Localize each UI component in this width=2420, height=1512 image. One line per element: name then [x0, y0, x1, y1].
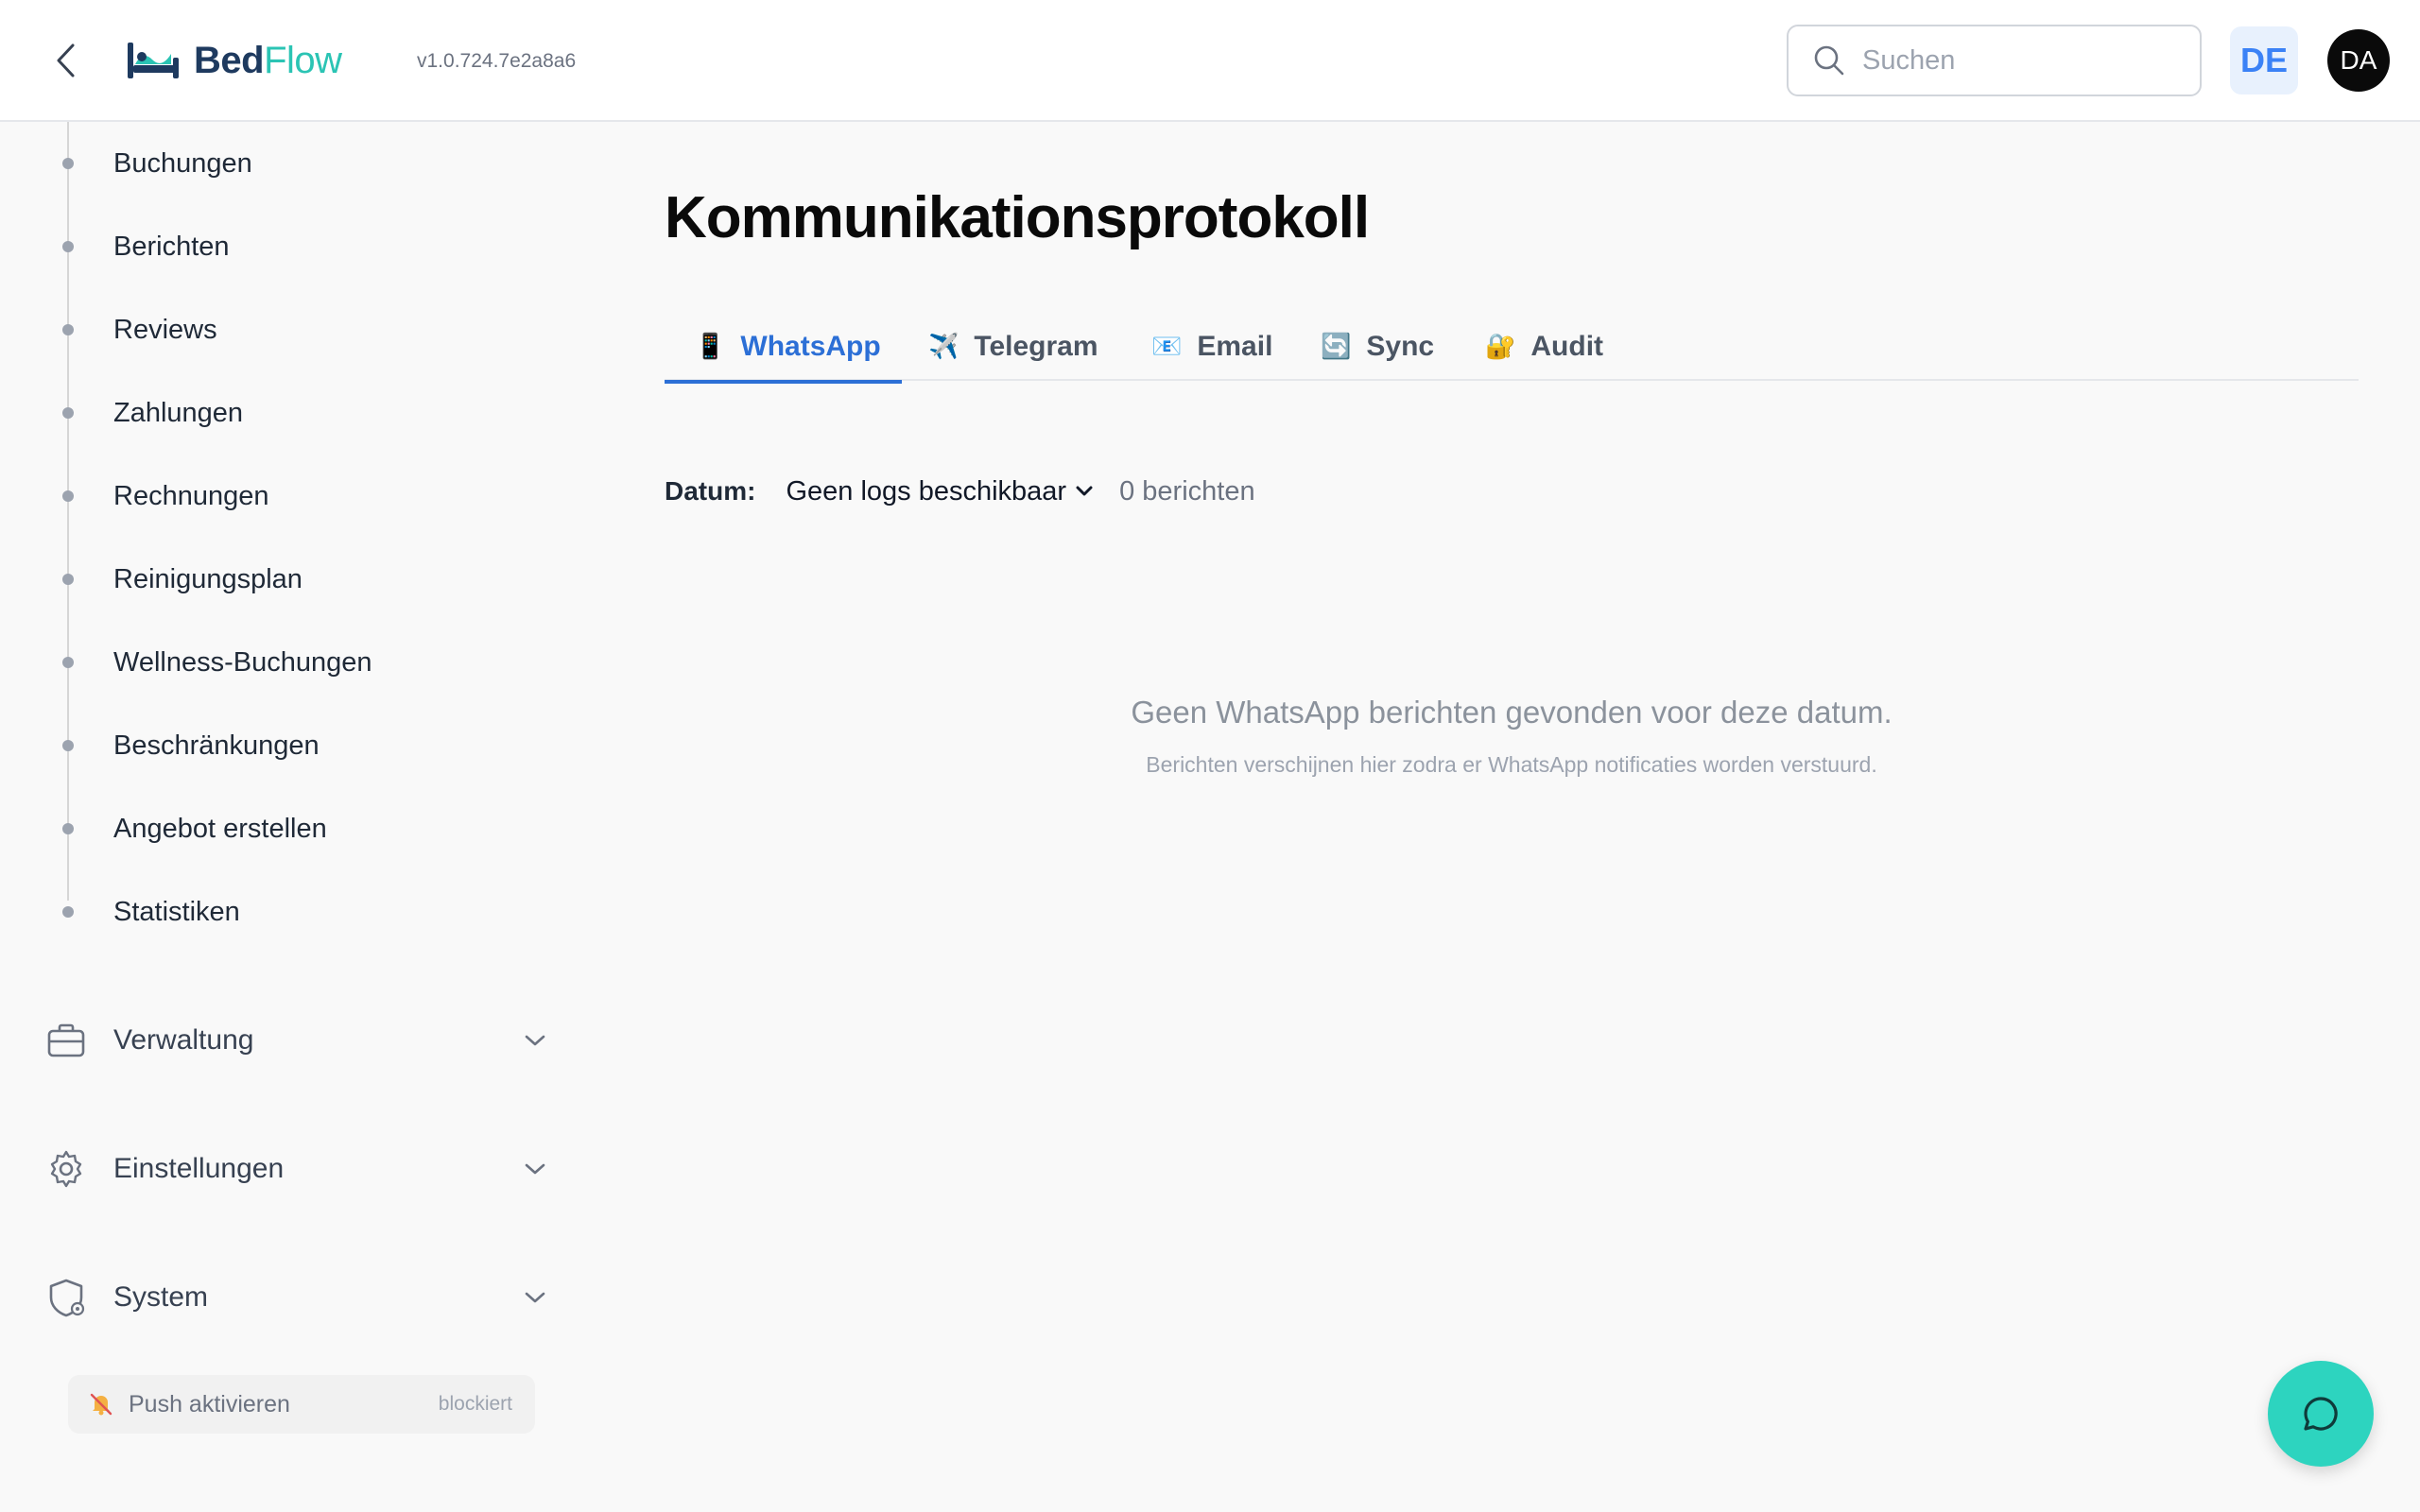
chevron-down-icon [525, 1035, 545, 1046]
sidebar-item-beschraenkungen[interactable]: Beschränkungen [0, 717, 548, 774]
email-icon: 📧 [1151, 332, 1183, 360]
bullet-dot [62, 407, 74, 419]
tab-whatsapp[interactable]: 📱 WhatsApp [665, 312, 902, 384]
chevron-down-icon [525, 1163, 545, 1175]
tab-label: Telegram [974, 330, 1098, 362]
sidebar-item-label: Angebot erstellen [113, 813, 327, 844]
bell-off-icon [90, 1393, 112, 1416]
push-label: Push aktivieren [129, 1390, 290, 1418]
tab-bar: 📱 WhatsApp ✈️ Telegram 📧 Email 🔄 Sync 🔐 … [665, 312, 2359, 384]
chat-bubble-icon [2304, 1397, 2338, 1431]
bullet-dot [62, 823, 74, 834]
chevron-down-icon [525, 1292, 545, 1303]
mobile-phone-icon: 📱 [695, 332, 726, 360]
language-button[interactable]: DE [2230, 26, 2298, 94]
sidebar-item-label: Beschränkungen [113, 730, 320, 761]
sidebar-item-label: Reinigungsplan [113, 563, 302, 594]
chevron-left-icon [57, 43, 75, 77]
date-filter-label: Datum: [665, 476, 756, 506]
tab-label: Audit [1530, 330, 1604, 362]
sidebar-item-angebot-erstellen[interactable]: Angebot erstellen [0, 800, 548, 857]
sidebar-group-label: Einstellungen [113, 1153, 285, 1184]
sidebar-item-berichten[interactable]: Berichten [0, 218, 548, 275]
push-activate-button[interactable]: Push aktivieren blockiert [68, 1375, 535, 1434]
tab-label: Email [1197, 330, 1273, 362]
bullet-dot [62, 324, 74, 335]
bullet-dot [62, 158, 74, 169]
bullet-dot [62, 574, 74, 585]
sidebar-item-reinigungsplan[interactable]: Reinigungsplan [0, 551, 548, 608]
sidebar-group-label: System [113, 1281, 209, 1313]
shield-gear-icon [45, 1277, 87, 1318]
sidebar-group-verwaltung[interactable]: Verwaltung [45, 1010, 556, 1071]
search-input[interactable] [1862, 44, 2184, 77]
search-icon [1814, 45, 1844, 76]
message-count: 0 berichten [1119, 475, 1255, 507]
sidebar-item-wellness-buchungen[interactable]: Wellness-Buchungen [0, 634, 548, 691]
chevron-down-icon [1076, 486, 1093, 496]
gear-icon [45, 1148, 87, 1190]
back-button[interactable] [45, 38, 85, 83]
date-select-value: Geen logs beschikbaar [786, 475, 1067, 507]
push-status-label: blockiert [438, 1393, 512, 1415]
bullet-dot [62, 241, 74, 252]
version-label: v1.0.724.7e2a8a6 [417, 50, 577, 72]
sidebar-item-label: Zahlungen [113, 397, 244, 428]
sidebar-item-zahlungen[interactable]: Zahlungen [0, 385, 548, 441]
sidebar-group-system[interactable]: System [45, 1267, 556, 1328]
page-title: Kommunikationsprotokoll [665, 185, 1370, 250]
tab-sync[interactable]: 🔄 Sync [1321, 312, 1434, 381]
empty-state-subtitle: Berichten verschijnen hier zodra er What… [1146, 752, 1877, 777]
sidebar-item-buchungen[interactable]: Buchungen [0, 135, 548, 192]
sidebar-group-label: Verwaltung [113, 1024, 254, 1056]
logo-text: BedFlow [194, 40, 342, 82]
lock-icon: 🔐 [1485, 332, 1516, 360]
search-box[interactable] [1787, 25, 2202, 96]
tab-telegram[interactable]: ✈️ Telegram [928, 312, 1098, 381]
sidebar-item-label: Berichten [113, 231, 230, 262]
sidebar-item-label: Reviews [113, 314, 217, 345]
sidebar-item-rechnungen[interactable]: Rechnungen [0, 468, 548, 524]
sidebar-item-label: Rechnungen [113, 480, 269, 511]
sidebar-item-label: Buchungen [113, 147, 252, 179]
bed-logo-icon [128, 43, 179, 78]
sidebar: Buchungen Berichten Reviews Zahlungen Re… [0, 122, 586, 1512]
sidebar-group-einstellungen[interactable]: Einstellungen [45, 1139, 556, 1199]
logo-text-bed: Bed [194, 39, 265, 81]
empty-state-title: Geen WhatsApp berichten gevonden voor de… [1131, 695, 1893, 730]
top-header: BedFlow v1.0.724.7e2a8a6 DE DA [0, 0, 2420, 122]
sidebar-item-statistiken[interactable]: Statistiken [0, 884, 548, 940]
bullet-dot [62, 906, 74, 918]
date-filter-row: Datum: Geen logs beschikbaar 0 berichten [665, 471, 1255, 512]
tab-email[interactable]: 📧 Email [1151, 312, 1272, 381]
briefcase-icon [45, 1020, 87, 1061]
sync-icon: 🔄 [1321, 332, 1352, 360]
bedflow-logo[interactable]: BedFlow [126, 34, 342, 87]
tab-label: WhatsApp [740, 330, 881, 362]
logo-text-flow: Flow [264, 39, 342, 81]
sidebar-item-label: Wellness-Buchungen [113, 646, 372, 678]
chat-fab-button[interactable] [2268, 1361, 2374, 1467]
sidebar-item-reviews[interactable]: Reviews [0, 301, 548, 358]
tab-label: Sync [1366, 330, 1435, 362]
user-avatar[interactable]: DA [2327, 29, 2390, 92]
date-select[interactable]: Geen logs beschikbaar [786, 476, 1093, 507]
sidebar-item-label: Statistiken [113, 896, 240, 927]
tab-audit[interactable]: 🔐 Audit [1485, 312, 1603, 381]
airplane-icon: ✈️ [928, 332, 959, 360]
bullet-dot [62, 490, 74, 502]
bullet-dot [62, 657, 74, 668]
bullet-dot [62, 740, 74, 751]
